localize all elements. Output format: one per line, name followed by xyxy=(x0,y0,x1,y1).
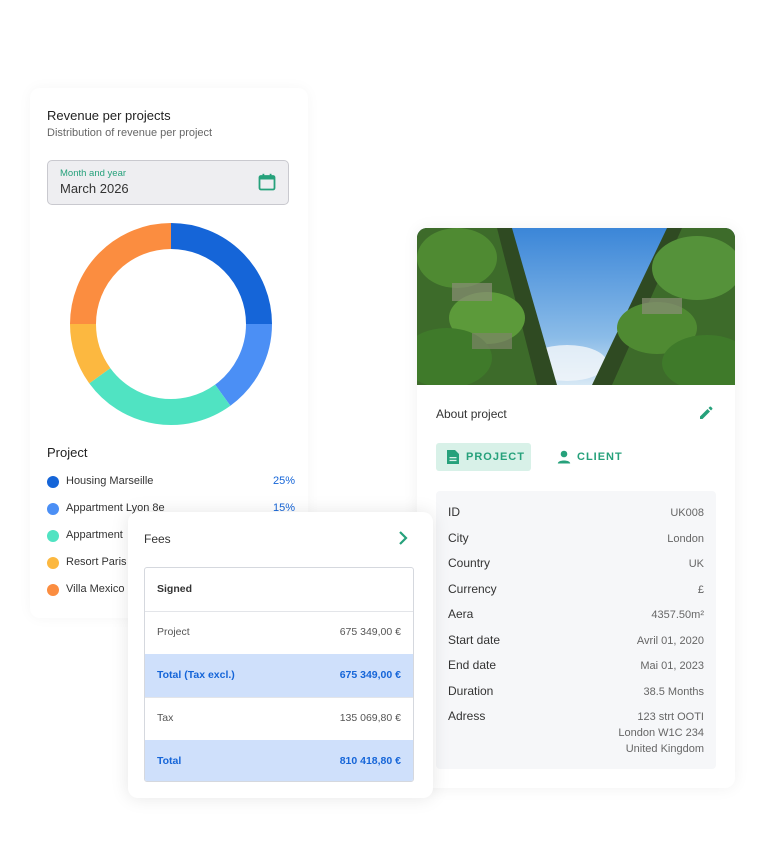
legend-item: Housing Marseille 25% xyxy=(47,472,297,492)
fees-card: Fees Signed Project 675 349,00 € Total (Ta… xyxy=(128,512,433,798)
person-icon xyxy=(557,450,571,464)
info-value: 123 strt OOTI London W1C 234 United King… xyxy=(618,711,704,755)
fees-table-row: Tax 135 069,80 € xyxy=(145,697,413,741)
info-key: Aera xyxy=(448,607,474,621)
info-value: 38.5 Months xyxy=(643,685,704,698)
legend-dot xyxy=(47,503,59,515)
donut-slice xyxy=(89,367,231,425)
fees-table-header: Signed xyxy=(145,568,413,612)
info-key: End date xyxy=(448,658,497,672)
fees-row-label: Total xyxy=(157,755,182,767)
legend-dot xyxy=(47,530,59,542)
donut-slice xyxy=(70,223,172,325)
fees-row-label: Total (Tax excl.) xyxy=(157,669,235,681)
tab-project-label: PROJECT xyxy=(466,451,525,463)
project-photo xyxy=(417,228,735,385)
revenue-subtitle: Distribution of revenue per project xyxy=(47,127,213,139)
legend-label: Resort Paris xyxy=(66,556,127,568)
project-legend-heading: Project xyxy=(47,445,88,460)
legend-dot xyxy=(47,584,59,596)
picker-label: Month and year xyxy=(60,168,127,179)
legend-dot xyxy=(47,476,59,488)
fees-table-row: Project 675 349,00 € xyxy=(145,611,413,655)
info-value: UK xyxy=(688,558,704,570)
chevron-right-icon[interactable] xyxy=(396,530,410,546)
donut-slice xyxy=(214,323,272,406)
donut-slice xyxy=(70,323,111,384)
fees-row-value: 675 349,00 € xyxy=(339,669,401,681)
calendar-icon[interactable] xyxy=(258,173,276,191)
legend-label: Appartment xyxy=(66,529,123,541)
fees-table: Signed Project 675 349,00 € Total (Tax exc… xyxy=(144,567,414,782)
project-info-panel: ID UK008 City London Country UK Currency £ Aera 4… xyxy=(436,491,716,769)
document-icon xyxy=(447,450,459,464)
fees-row-value: 810 418,80 € xyxy=(339,755,401,767)
tab-project[interactable]: PROJECT xyxy=(436,443,531,471)
picker-value: March 2026 xyxy=(60,181,129,196)
pencil-icon[interactable] xyxy=(698,405,714,421)
info-value: 4357.50m² xyxy=(651,609,704,621)
revenue-title: Revenue per projects xyxy=(47,108,171,123)
info-key: ID xyxy=(448,505,460,519)
info-key: Country xyxy=(448,556,491,570)
info-value: Avril 01, 2020 xyxy=(636,634,704,647)
revenue-donut-chart xyxy=(70,223,272,425)
info-key: Duration xyxy=(448,683,494,698)
info-value: London xyxy=(667,532,704,545)
info-key: City xyxy=(448,530,469,545)
fees-row-value: 135 069,80 € xyxy=(339,712,401,724)
fees-table-row: Total (Tax excl.) 675 349,00 € xyxy=(145,654,413,698)
month-year-picker[interactable]: Month and year March 2026 xyxy=(47,160,289,205)
legend-label: Housing Marseille xyxy=(66,475,154,487)
info-value: £ xyxy=(697,583,704,596)
project-card: About project PROJECT CLIENT ID UK008 City… xyxy=(417,228,735,788)
fees-row-value: 675 349,00 € xyxy=(339,626,401,638)
info-key: Start date xyxy=(448,632,501,647)
fees-row-label: Tax xyxy=(157,712,174,724)
fees-table-row: Total 810 418,80 € xyxy=(145,740,413,781)
tab-client[interactable]: CLIENT xyxy=(547,443,632,471)
legend-label: Villa Mexico xyxy=(66,583,125,595)
info-key: Currency xyxy=(448,581,497,596)
legend-percent: 25% xyxy=(272,475,295,487)
about-project-title: About project xyxy=(436,407,507,421)
info-value: Mai 01, 2023 xyxy=(640,660,704,672)
donut-slice xyxy=(170,223,272,325)
fees-title: Fees xyxy=(144,532,171,546)
info-value: UK008 xyxy=(670,507,704,519)
info-key: Adress xyxy=(448,709,486,723)
fees-row-label: Project xyxy=(157,626,190,638)
legend-dot xyxy=(47,557,59,569)
tab-client-label: CLIENT xyxy=(577,451,623,463)
fees-header-label: Signed xyxy=(157,583,193,595)
